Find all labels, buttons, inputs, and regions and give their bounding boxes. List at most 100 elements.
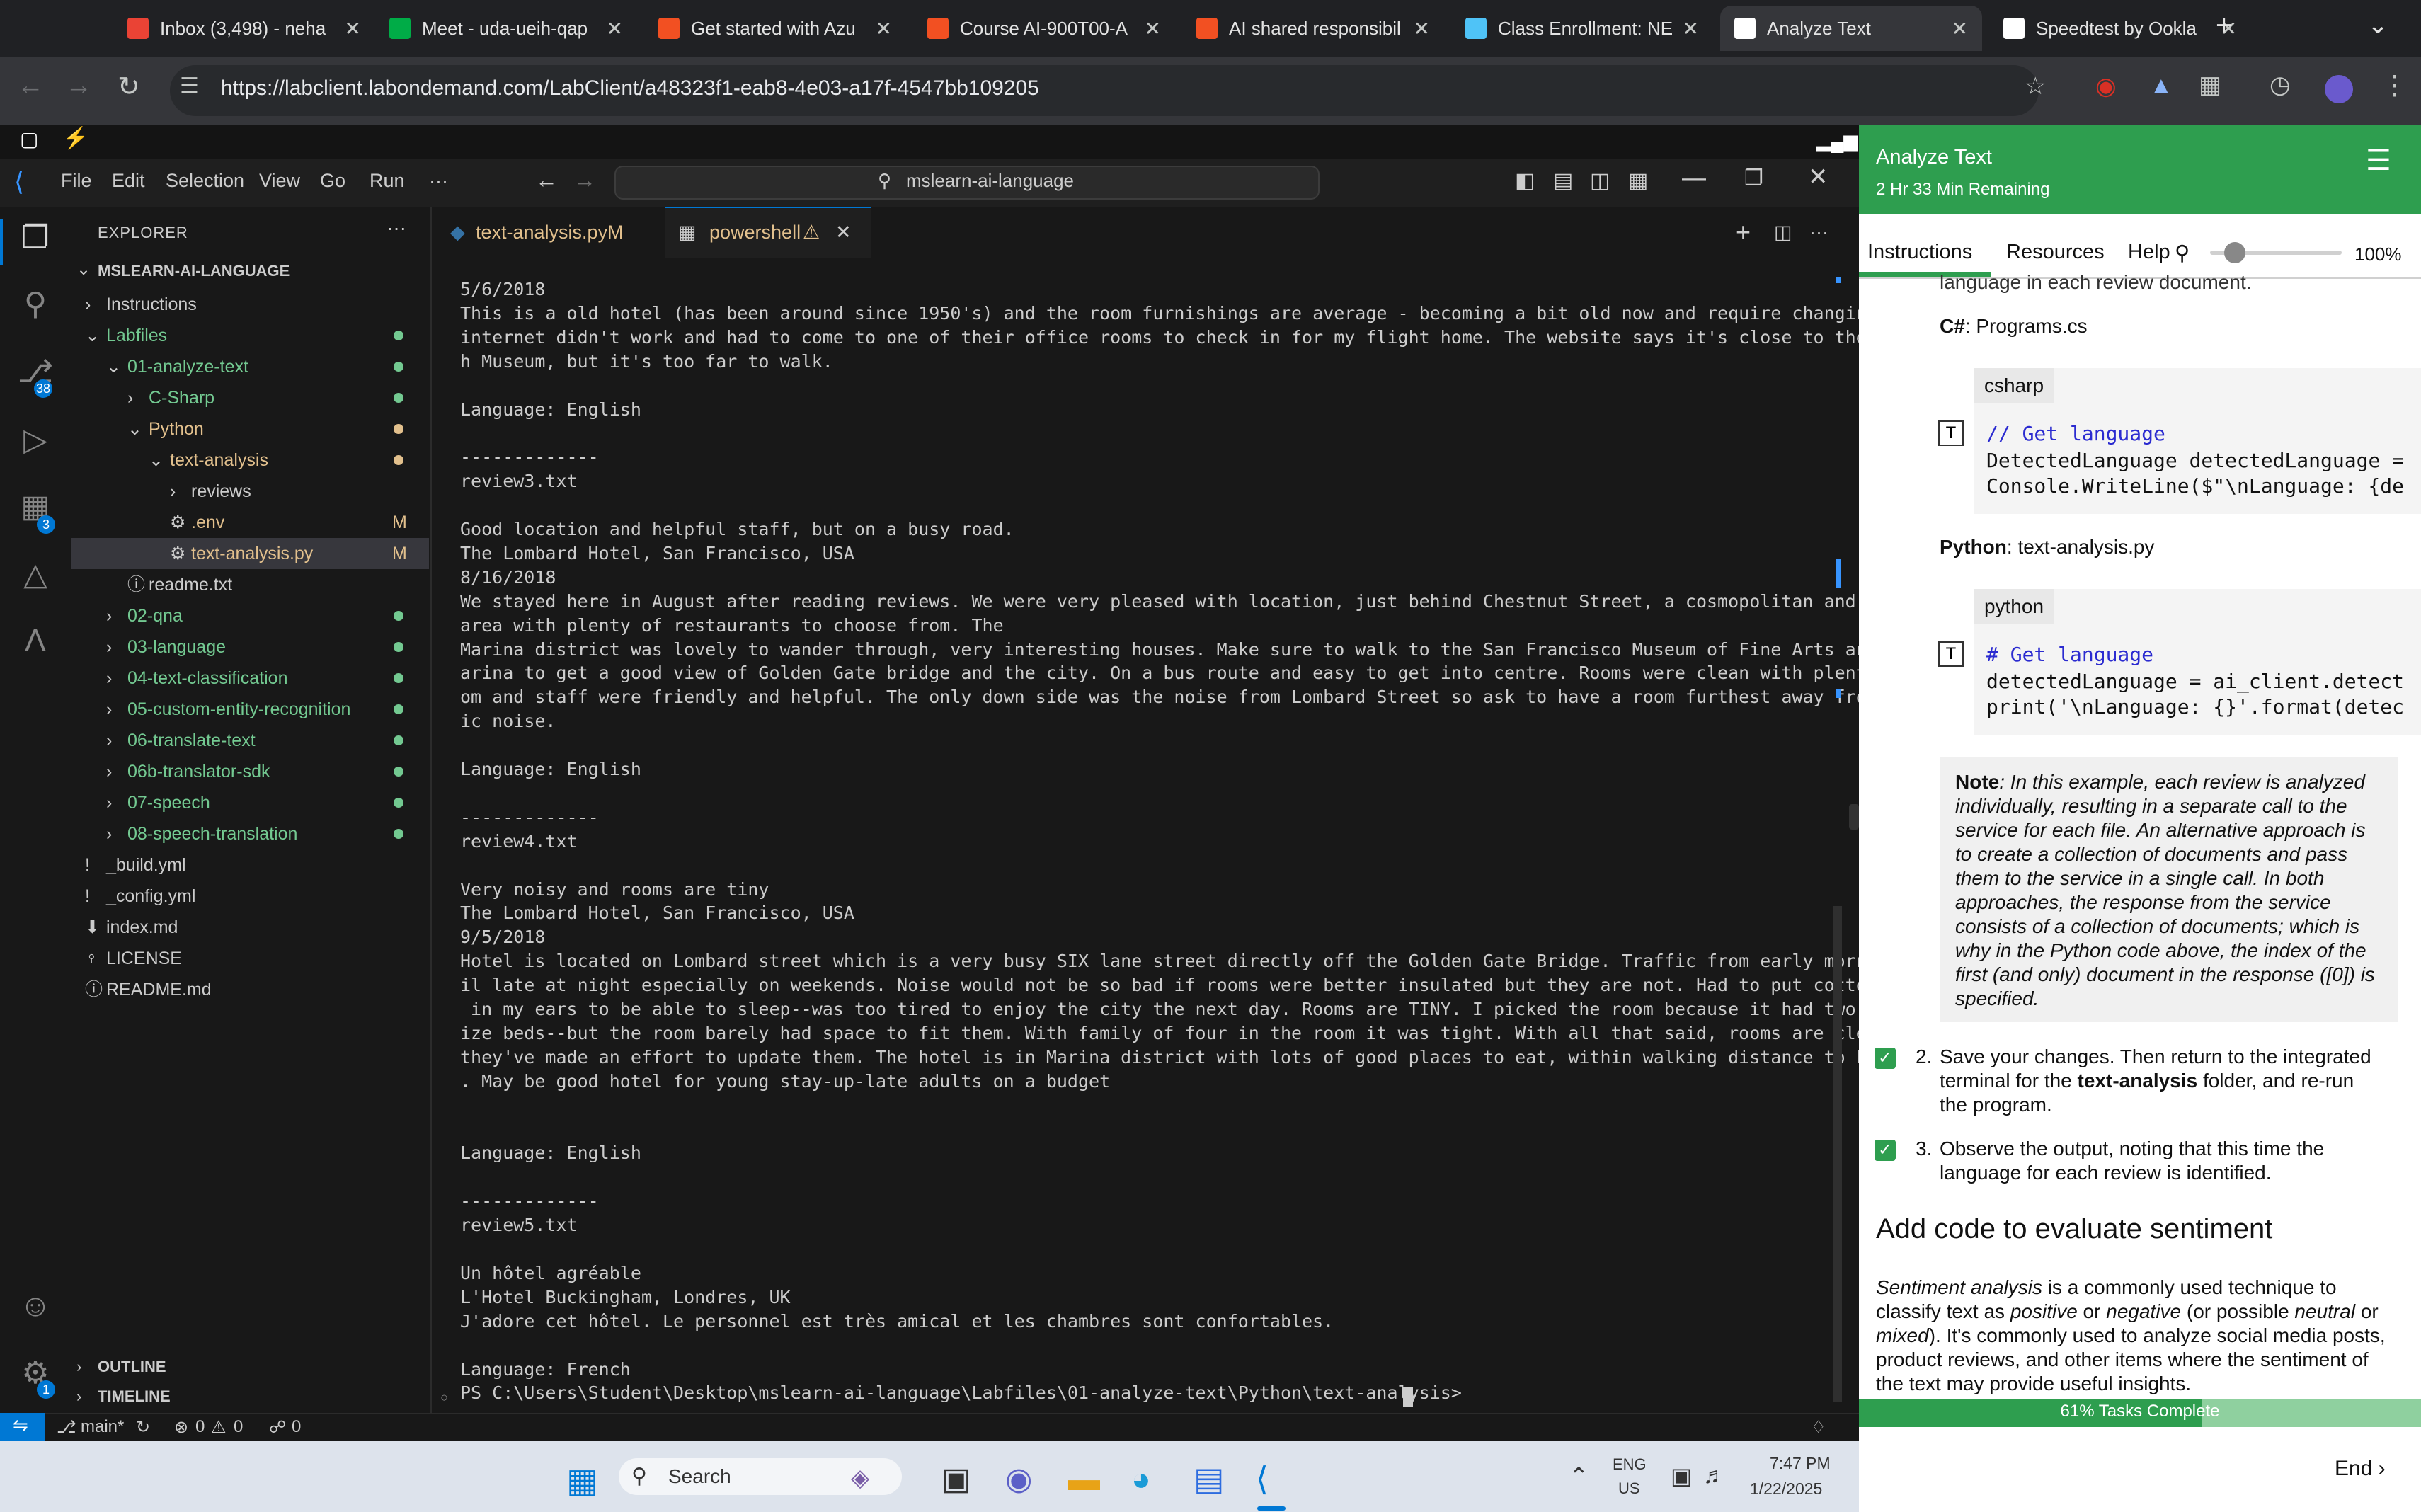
tree-item-label[interactable]: 06b-translator-sdk: [127, 756, 270, 787]
tree-item-label[interactable]: Labfiles: [106, 320, 167, 351]
close-tab-icon[interactable]: ✕: [1683, 17, 1699, 40]
tree-item-icon[interactable]: ›: [106, 725, 112, 756]
tree-item-label[interactable]: reviews: [191, 476, 251, 507]
task-view-icon[interactable]: ▣: [942, 1461, 971, 1497]
tree-item-label[interactable]: 04-text-classification: [127, 663, 287, 694]
tree-item-icon[interactable]: ⬇: [85, 912, 100, 943]
tree-item-label[interactable]: 02-qna: [127, 600, 183, 631]
type-text-icon[interactable]: T: [1938, 641, 1964, 667]
lightning-icon[interactable]: ⚡: [62, 126, 88, 151]
tree-item-icon[interactable]: ⚙: [170, 507, 185, 538]
checkbox-step-2[interactable]: ✓: [1875, 1048, 1896, 1069]
close-tab-icon[interactable]: ✕: [345, 17, 361, 40]
menu-item[interactable]: ···: [429, 170, 448, 192]
browser-tab[interactable]: AI shared responsibil ✕: [1182, 6, 1444, 51]
browser-tab[interactable]: Course AI-900T00-A ✕: [913, 6, 1175, 51]
tree-item-icon[interactable]: ⌄: [106, 351, 121, 382]
minimize-icon[interactable]: —: [1682, 164, 1706, 192]
tree-item-icon[interactable]: ›: [106, 600, 112, 631]
browser-tab[interactable]: Analyze Text ✕: [1720, 6, 1982, 51]
close-tab-icon[interactable]: ✕: [835, 207, 852, 258]
azure-icon[interactable]: Λ: [16, 623, 55, 658]
tree-item-icon[interactable]: ›: [106, 756, 112, 787]
tree-item-icon[interactable]: ⓘ: [127, 569, 145, 600]
tree-item-icon[interactable]: ›: [106, 787, 112, 818]
tab-search-chevron-icon[interactable]: ⌄: [2367, 10, 2388, 40]
browser-tab[interactable]: Meet - uda-ueih-qap ✕: [375, 6, 637, 51]
tree-item-label[interactable]: index.md: [106, 912, 178, 943]
menu-item[interactable]: Go: [320, 170, 345, 192]
explorer-icon[interactable]: ❐: [16, 219, 55, 256]
browser-tab[interactable]: Get started with Azu ✕: [644, 6, 906, 51]
tree-item-label[interactable]: readme.txt: [149, 569, 232, 600]
edge-icon[interactable]: ◕: [1131, 1460, 1151, 1498]
nav-forward-icon[interactable]: →: [573, 167, 596, 193]
extension-shield-icon[interactable]: ◉: [2095, 72, 2117, 101]
branch-name[interactable]: main*: [81, 1417, 124, 1437]
panel-resize-handle[interactable]: [1849, 804, 1859, 830]
tree-item-label[interactable]: LICENSE: [106, 943, 182, 974]
restore-icon[interactable]: ❐: [1744, 166, 1763, 190]
file-explorer-icon[interactable]: ▬: [1068, 1460, 1100, 1498]
tree-item-label[interactable]: Instructions: [106, 289, 197, 320]
language-top[interactable]: ENG: [1613, 1455, 1647, 1474]
browser-tab[interactable]: Class Enrollment: NE ✕: [1451, 6, 1713, 51]
site-info-icon[interactable]: ☰: [180, 74, 199, 98]
tree-item-icon[interactable]: ›: [106, 631, 112, 663]
editor-more-icon[interactable]: ···: [1809, 207, 1828, 258]
close-tab-icon[interactable]: ✕: [1145, 17, 1161, 40]
tree-item-label[interactable]: text-analysis: [170, 445, 268, 476]
store-icon[interactable]: ▤: [1194, 1460, 1224, 1498]
tab-resources[interactable]: Resources: [2006, 241, 2105, 264]
url-text[interactable]: https://labclient.labondemand.com/LabCli…: [221, 76, 1039, 101]
network-icon[interactable]: ▣: [1671, 1462, 1692, 1489]
tree-item-label[interactable]: _build.yml: [106, 849, 186, 881]
tree-item-label[interactable]: 05-custom-entity-recognition: [127, 694, 350, 725]
tree-item-icon[interactable]: !: [85, 881, 90, 912]
type-text-icon[interactable]: T: [1938, 420, 1964, 446]
clock-time[interactable]: 7:47 PM: [1770, 1454, 1831, 1473]
testing-flask-icon[interactable]: △: [16, 556, 55, 592]
browser-tab[interactable]: Speedtest by Ookla ✕: [1989, 6, 2251, 51]
tree-item-label[interactable]: .env: [191, 507, 224, 538]
back-icon[interactable]: ←: [17, 71, 44, 101]
toggle-sidebar-icon[interactable]: ◧: [1515, 168, 1535, 193]
tree-item-icon[interactable]: ⌄: [85, 320, 100, 351]
extensions-puzzle-icon[interactable]: ▦: [2199, 71, 2221, 99]
root-chevron-icon[interactable]: ⌄: [76, 259, 91, 280]
language-bottom[interactable]: US: [1618, 1479, 1640, 1498]
extension-drop-icon[interactable]: ▲: [2149, 72, 2173, 100]
outline-chevron-icon[interactable]: ›: [76, 1358, 81, 1376]
tree-item-icon[interactable]: ›: [85, 289, 91, 320]
tree-item-icon[interactable]: ›: [170, 476, 176, 507]
tree-item-label[interactable]: 08-speech-translation: [127, 818, 297, 849]
tree-item-label[interactable]: Python: [149, 413, 204, 445]
tree-item-label[interactable]: _config.yml: [106, 881, 195, 912]
tree-item-label[interactable]: text-analysis.py: [191, 538, 313, 569]
profile-avatar[interactable]: [2325, 75, 2353, 103]
close-tab-icon[interactable]: ✕: [1952, 17, 1968, 40]
tree-item-icon[interactable]: ⌄: [127, 413, 142, 445]
tree-item-icon[interactable]: ›: [127, 382, 133, 413]
close-tab-icon[interactable]: ✕: [1414, 17, 1430, 40]
browser-menu-icon[interactable]: ⋮: [2381, 69, 2408, 101]
browser-tab[interactable]: Inbox (3,498) - neha ✕: [113, 6, 375, 51]
close-window-icon[interactable]: ✕: [1808, 163, 1828, 191]
reload-icon[interactable]: ↻: [118, 71, 140, 103]
tree-item-icon[interactable]: ›: [106, 694, 112, 725]
tree-item-label[interactable]: 06-translate-text: [127, 725, 256, 756]
new-tab-button[interactable]: +: [2216, 10, 2232, 42]
run-debug-icon[interactable]: ▷: [16, 422, 55, 458]
close-tab-icon[interactable]: ✕: [876, 17, 892, 40]
tree-item-icon[interactable]: ⌄: [149, 445, 164, 476]
explorer-more-icon[interactable]: ···: [387, 217, 406, 239]
monitor-icon[interactable]: ▢: [20, 127, 38, 151]
menu-item[interactable]: View: [259, 170, 300, 192]
outline-section[interactable]: OUTLINE: [98, 1358, 166, 1376]
teams-chat-icon[interactable]: ◉: [1005, 1461, 1032, 1497]
timeline-section[interactable]: TIMELINE: [98, 1387, 171, 1406]
tree-item-label[interactable]: C-Sharp: [149, 382, 214, 413]
search-icon[interactable]: ⚲: [2175, 241, 2190, 265]
error-count[interactable]: 0: [195, 1417, 205, 1437]
clock-date[interactable]: 1/22/2025: [1750, 1479, 1822, 1499]
